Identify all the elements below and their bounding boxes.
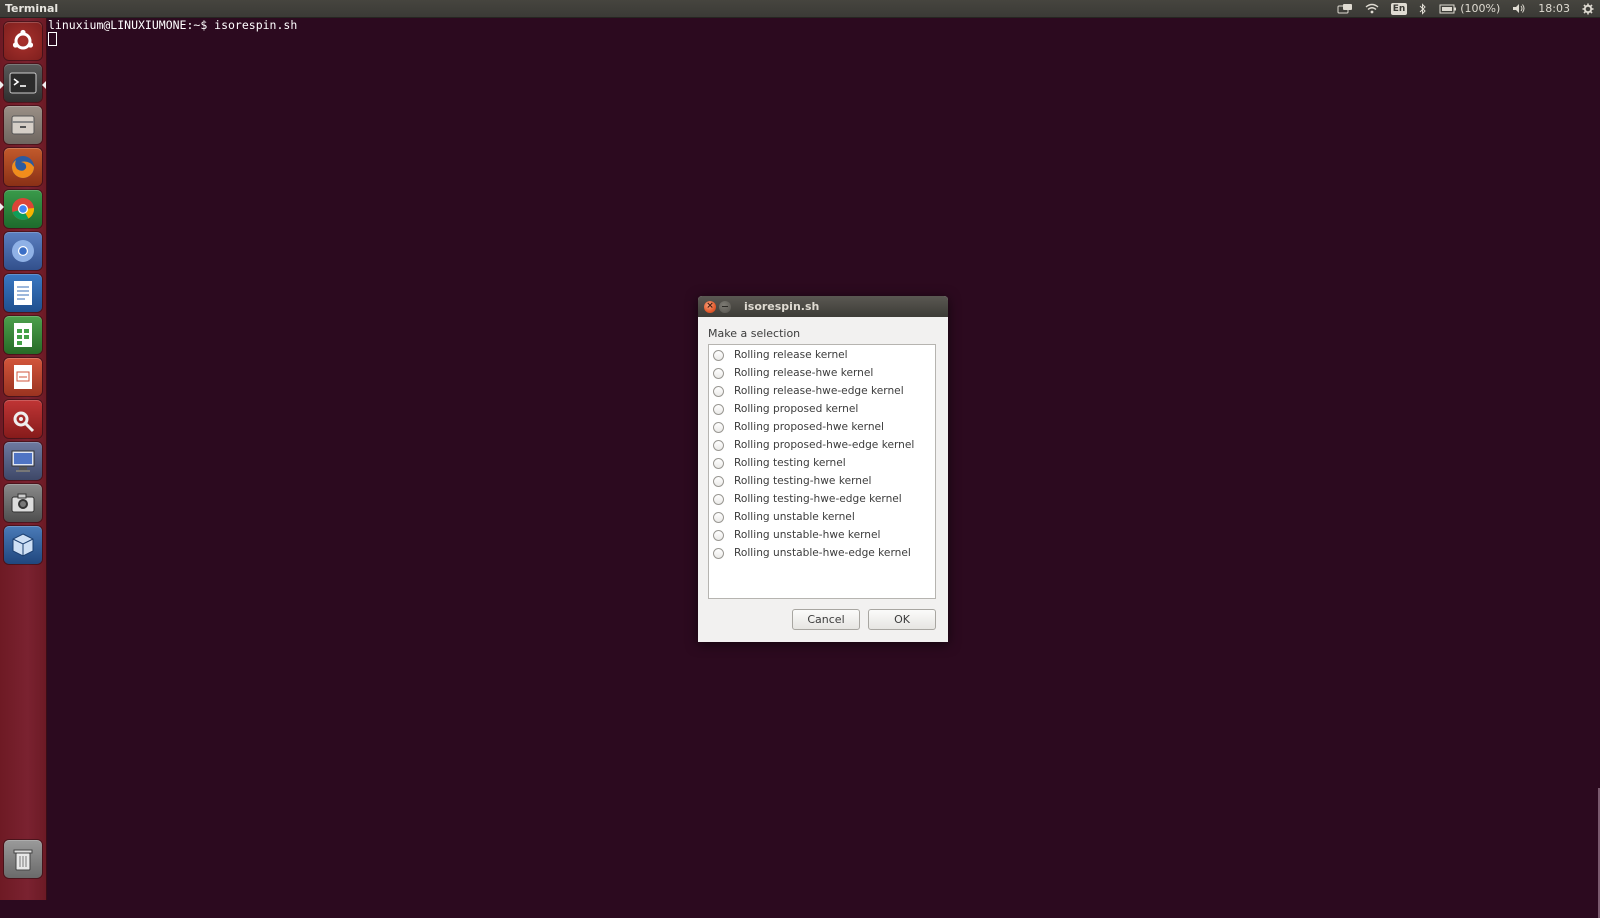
- battery-indicator[interactable]: (100%): [1433, 0, 1506, 18]
- files-launcher[interactable]: [4, 106, 42, 144]
- radio-option[interactable]: Rolling testing-hwe kernel: [709, 472, 935, 490]
- firefox-launcher[interactable]: [4, 148, 42, 186]
- bluetooth-icon[interactable]: [1413, 0, 1433, 18]
- dialog-prompt: Make a selection: [708, 327, 801, 340]
- radio-option[interactable]: Rolling release kernel: [709, 346, 935, 364]
- battery-icon: [1439, 4, 1457, 13]
- radio-option[interactable]: Rolling unstable-hwe-edge kernel: [709, 544, 935, 562]
- radio-option[interactable]: Rolling proposed-hwe-edge kernel: [709, 436, 935, 454]
- running-indicator: [0, 203, 4, 211]
- close-icon: ×: [706, 301, 714, 311]
- language-indicator[interactable]: En: [1385, 0, 1414, 18]
- radio-option[interactable]: Rolling proposed kernel: [709, 400, 935, 418]
- virtualbox-launcher[interactable]: [4, 526, 42, 564]
- radio-option[interactable]: Rolling release-hwe-edge kernel: [709, 382, 935, 400]
- terminal-prompt-line: linuxium@LINUXIUMONE:~$ isorespin.sh: [48, 18, 298, 32]
- ok-button[interactable]: OK: [868, 609, 936, 630]
- option-label: Rolling testing-hwe-edge kernel: [734, 493, 902, 505]
- active-app-title: Terminal: [5, 2, 59, 15]
- radio-button[interactable]: [713, 493, 724, 505]
- radio-option[interactable]: Rolling unstable kernel: [709, 508, 935, 526]
- dash-icon: [12, 29, 34, 50]
- writer-launcher[interactable]: [4, 274, 42, 312]
- close-button[interactable]: ×: [704, 300, 716, 313]
- top-panel: Terminal En (100%) 18:03: [0, 0, 1600, 18]
- chromium-icon: [12, 240, 34, 262]
- option-label: Rolling proposed-hwe-edge kernel: [734, 439, 915, 451]
- system-settings-launcher[interactable]: [4, 400, 42, 438]
- option-label: Rolling release-hwe-edge kernel: [734, 385, 904, 397]
- option-label: Rolling testing-hwe kernel: [734, 475, 872, 487]
- volume-icon[interactable]: [1506, 0, 1532, 18]
- trash-icon: [13, 849, 33, 871]
- trash-launcher[interactable]: [4, 840, 42, 878]
- remote-desktop-launcher[interactable]: [4, 442, 42, 480]
- option-label: Rolling proposed kernel: [734, 403, 859, 415]
- radio-button[interactable]: [713, 367, 724, 379]
- radio-button[interactable]: [713, 403, 724, 415]
- firefox-icon: [12, 156, 34, 178]
- option-label: Rolling release kernel: [734, 349, 848, 361]
- remote-desktop-icon: [11, 450, 35, 472]
- camera-icon: [11, 493, 35, 513]
- option-label: Rolling proposed-hwe kernel: [734, 421, 885, 433]
- indicator-area: En (100%) 18:03: [1331, 0, 1600, 18]
- calc-icon: [14, 323, 32, 347]
- radio-button[interactable]: [713, 457, 724, 469]
- radio-option[interactable]: Rolling unstable-hwe kernel: [709, 526, 935, 544]
- radio-button[interactable]: [713, 511, 724, 523]
- clock[interactable]: 18:03: [1532, 0, 1576, 18]
- radio-option[interactable]: Rolling testing-hwe-edge kernel: [709, 490, 935, 508]
- dash-button[interactable]: [4, 22, 42, 60]
- selection-dialog: × isorespin.sh Make a selection Rolling …: [698, 296, 948, 642]
- virtualbox-icon: [12, 533, 34, 557]
- impress-icon: [14, 365, 32, 389]
- radio-button[interactable]: [713, 547, 724, 559]
- impress-launcher[interactable]: [4, 358, 42, 396]
- keyboard-layout-icon[interactable]: [1331, 0, 1359, 18]
- kernel-option-list: Rolling release kernel Rolling release-h…: [708, 344, 936, 599]
- dialog-title: isorespin.sh: [744, 300, 820, 313]
- camera-launcher[interactable]: [4, 484, 42, 522]
- option-label: Rolling unstable-hwe kernel: [734, 529, 881, 541]
- minimize-icon: [722, 306, 728, 307]
- terminal-cursor: [48, 32, 57, 46]
- battery-percent: (100%): [1460, 2, 1501, 15]
- radio-button[interactable]: [713, 475, 724, 487]
- minimize-button[interactable]: [719, 300, 731, 313]
- unity-launcher: [0, 18, 47, 900]
- radio-button[interactable]: [713, 385, 724, 397]
- radio-button[interactable]: [713, 439, 724, 451]
- system-gear-icon[interactable]: [1576, 0, 1600, 18]
- radio-option[interactable]: Rolling release-hwe kernel: [709, 364, 935, 382]
- radio-button[interactable]: [713, 421, 724, 433]
- dialog-titlebar[interactable]: × isorespin.sh: [698, 296, 948, 317]
- terminal-launcher[interactable]: [4, 64, 42, 102]
- radio-option[interactable]: Rolling testing kernel: [709, 454, 935, 472]
- option-label: Rolling testing kernel: [734, 457, 846, 469]
- focused-indicator: [42, 81, 46, 89]
- calc-launcher[interactable]: [4, 316, 42, 354]
- terminal-icon: [9, 72, 37, 94]
- wifi-icon[interactable]: [1359, 0, 1385, 18]
- radio-option[interactable]: Rolling proposed-hwe kernel: [709, 418, 935, 436]
- writer-icon: [14, 281, 32, 305]
- language-label: En: [1390, 2, 1408, 15]
- files-icon: [11, 115, 35, 135]
- chrome-icon: [12, 198, 35, 220]
- option-label: Rolling unstable kernel: [734, 511, 855, 523]
- radio-button[interactable]: [713, 529, 724, 541]
- radio-button[interactable]: [713, 349, 724, 361]
- option-label: Rolling unstable-hwe-edge kernel: [734, 547, 911, 559]
- settings-icon: [13, 411, 35, 433]
- chromium-launcher[interactable]: [4, 232, 42, 270]
- option-label: Rolling release-hwe kernel: [734, 367, 874, 379]
- chrome-launcher[interactable]: [4, 190, 42, 228]
- cancel-button[interactable]: Cancel: [792, 609, 860, 630]
